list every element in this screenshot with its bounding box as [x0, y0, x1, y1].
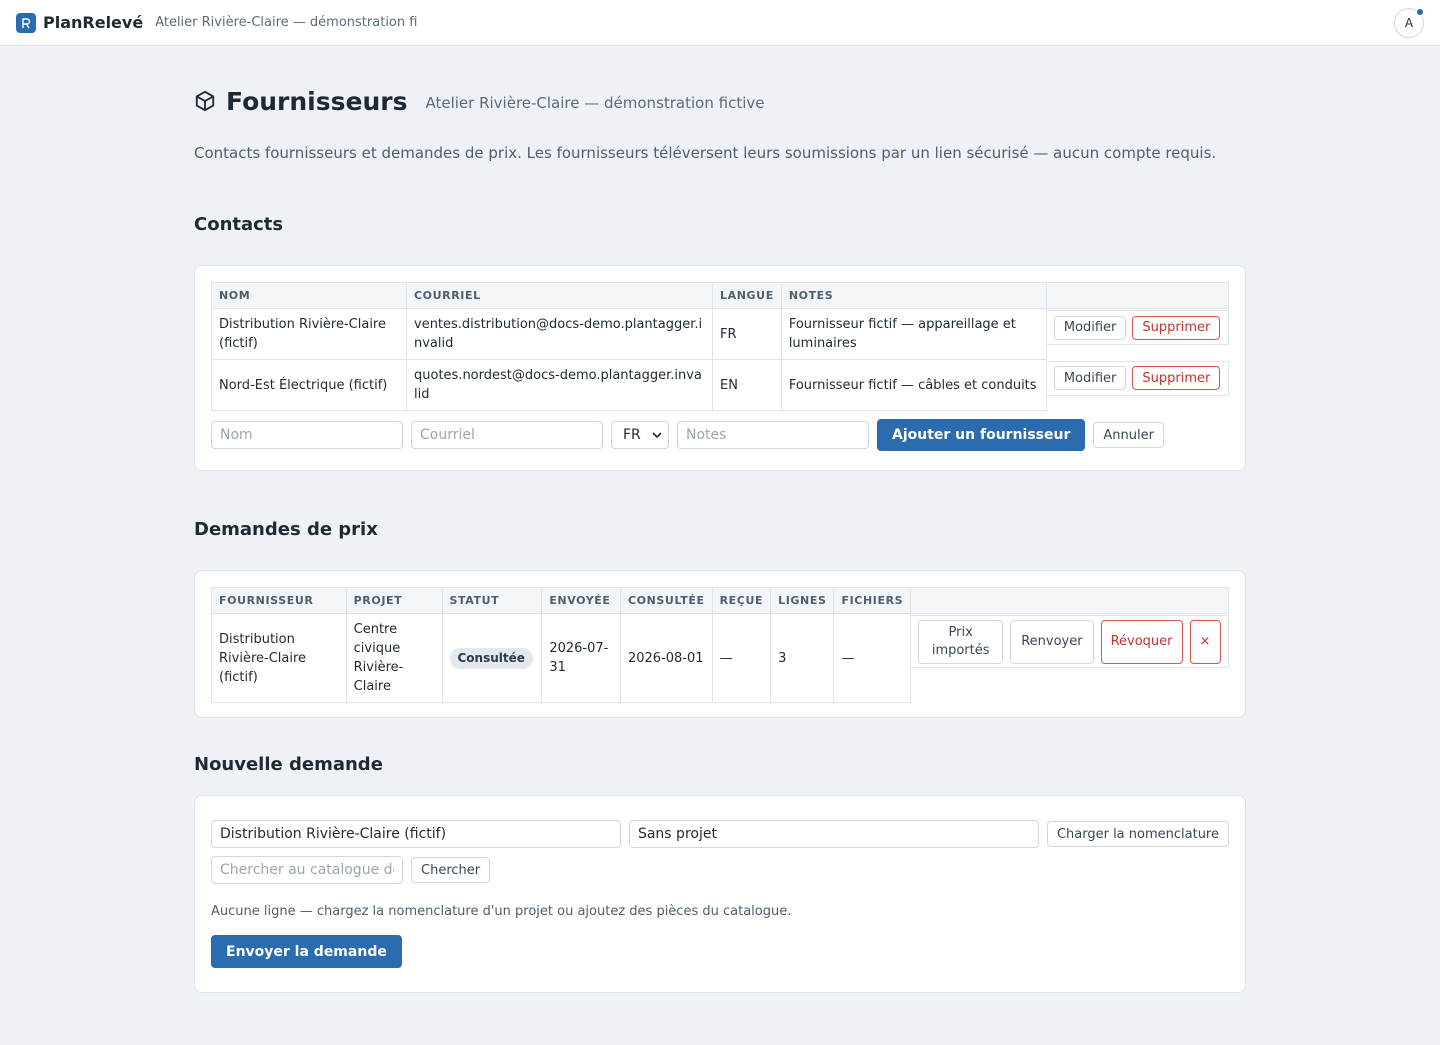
- col-language: LANGUE: [712, 282, 782, 309]
- contact-name: Nord-Est Électrique (fictif): [211, 359, 407, 411]
- app-brand[interactable]: PlanRelevé: [43, 13, 143, 32]
- col-notes: NOTES: [780, 282, 1047, 309]
- requests-heading: Demandes de prix: [194, 519, 378, 540]
- supplier-select-value: Distribution Rivière-Claire (fictif): [220, 826, 447, 842]
- load-bom-button[interactable]: Charger la nomenclature: [1046, 821, 1229, 847]
- send-request-button[interactable]: Envoyer la demande: [211, 935, 402, 968]
- supplier-notes-input[interactable]: [677, 421, 869, 449]
- request-received-date: —: [711, 613, 772, 703]
- contacts-table: NOM COURRIEL LANGUE NOTES Distribution R…: [211, 282, 1230, 411]
- contact-email: ventes.distribution@docs-demo.plantagger…: [406, 308, 713, 360]
- contact-language: FR: [712, 308, 782, 360]
- main-content: Fournisseurs Atelier Rivière-Claire — dé…: [194, 46, 1246, 993]
- close-icon[interactable]: ×: [1189, 619, 1221, 664]
- new-request-card: Distribution Rivière-Claire (fictif) San…: [194, 795, 1246, 993]
- request-supplier: Distribution Rivière-Claire (fictif): [211, 613, 347, 703]
- avatar-initial: A: [1404, 16, 1414, 30]
- request-viewed-date: 2026-08-01: [619, 613, 713, 703]
- add-supplier-button[interactable]: Ajouter un fournisseur: [877, 419, 1086, 451]
- row-actions: Modifier Supprimer: [1046, 360, 1229, 411]
- resend-button[interactable]: Renvoyer: [1010, 619, 1094, 664]
- search-button[interactable]: Chercher: [411, 857, 491, 883]
- page-subtitle: Atelier Rivière-Claire — démonstration f…: [425, 94, 765, 112]
- request-sent-date: 2026-07-31: [541, 613, 621, 703]
- app-logo-icon[interactable]: [16, 12, 36, 33]
- col-email: COURRIEL: [406, 282, 713, 309]
- row-actions-box: Modifier Supprimer: [1046, 360, 1229, 396]
- table-row: Distribution Rivière-Claire (fictif) Cen…: [211, 613, 1229, 703]
- contact-language: EN: [712, 359, 782, 411]
- page-title: Fournisseurs: [226, 86, 408, 116]
- chevron-down-icon: [652, 432, 662, 439]
- contacts-heading: Contacts: [194, 214, 284, 235]
- request-project: Centre civique Rivière-Claire: [345, 613, 443, 703]
- col-files: FICHIERS: [833, 587, 912, 614]
- contact-name: Distribution Rivière-Claire (fictif): [211, 308, 407, 360]
- delete-button[interactable]: Supprimer: [1132, 366, 1221, 390]
- request-files: —: [833, 613, 912, 703]
- row-actions-box: Modifier Supprimer: [1046, 310, 1229, 345]
- contact-notes: Fournisseur fictif — câbles et conduits: [780, 359, 1047, 411]
- add-supplier-form: FR Ajouter un fournisseur Annuler: [211, 419, 1229, 451]
- top-bar: PlanRelevé Atelier Rivière-Claire — démo…: [0, 0, 1440, 46]
- cancel-button[interactable]: Annuler: [1093, 422, 1164, 448]
- col-name: NOM: [211, 282, 407, 309]
- organization-name: Atelier Rivière-Claire — démonstration f…: [155, 15, 418, 30]
- page-header: Fournisseurs Atelier Rivière-Claire — dé…: [194, 86, 1246, 116]
- row-actions-box: Prix importés Renvoyer Révoquer ×: [911, 615, 1229, 668]
- contacts-card: NOM COURRIEL LANGUE NOTES Distribution R…: [194, 265, 1246, 471]
- row-actions: Prix importés Renvoyer Révoquer ×: [911, 614, 1229, 703]
- col-project: PROJET: [345, 587, 443, 614]
- supplier-name-input[interactable]: [211, 421, 403, 449]
- catalog-search-input[interactable]: [211, 856, 403, 884]
- notification-dot: [1416, 8, 1424, 16]
- empty-lines-message: Aucune ligne — chargez la nomenclature d…: [211, 904, 792, 919]
- catalog-search-row: Chercher: [211, 856, 1229, 884]
- new-request-heading: Nouvelle demande: [194, 754, 383, 775]
- col-viewed: CONSULTÉE: [619, 587, 713, 614]
- prices-imported-button[interactable]: Prix importés: [918, 619, 1004, 664]
- requests-table: FOURNISSEUR PROJET STATUT ENVOYÉE CONSUL…: [211, 587, 1229, 703]
- col-sent: ENVOYÉE: [541, 587, 621, 614]
- project-select[interactable]: Sans projet: [628, 820, 1039, 848]
- table-row: Nord-Est Électrique (fictif) quotes.nord…: [211, 359, 1229, 411]
- col-lines: LIGNES: [770, 587, 835, 614]
- request-status: Consultée: [441, 613, 543, 703]
- col-actions: [910, 587, 1229, 614]
- col-status: STATUT: [441, 587, 543, 614]
- status-badge: Consultée: [449, 647, 533, 669]
- requests-card: FOURNISSEUR PROJET STATUT ENVOYÉE CONSUL…: [194, 570, 1246, 718]
- row-actions: Modifier Supprimer: [1046, 309, 1229, 360]
- language-select[interactable]: FR: [611, 421, 669, 449]
- col-supplier: FOURNISSEUR: [211, 587, 347, 614]
- page-intro: Contacts fournisseurs et demandes de pri…: [194, 144, 1217, 162]
- supplier-select[interactable]: Distribution Rivière-Claire (fictif): [211, 820, 621, 848]
- table-row: Distribution Rivière-Claire (fictif) ven…: [211, 308, 1229, 360]
- project-select-value: Sans projet: [637, 826, 717, 842]
- col-received: REÇUE: [711, 587, 772, 614]
- request-lines: 3: [770, 613, 835, 703]
- contact-notes: Fournisseur fictif — appareillage et lum…: [780, 308, 1047, 360]
- user-avatar[interactable]: A: [1394, 8, 1424, 38]
- edit-button[interactable]: Modifier: [1053, 315, 1127, 340]
- contact-email: quotes.nordest@docs-demo.plantagger.inva…: [406, 359, 713, 411]
- supplier-email-input[interactable]: [411, 421, 603, 449]
- revoke-button[interactable]: Révoquer: [1100, 619, 1183, 664]
- delete-button[interactable]: Supprimer: [1132, 315, 1221, 340]
- edit-button[interactable]: Modifier: [1053, 366, 1127, 390]
- box-icon: [194, 90, 216, 112]
- col-actions: [1045, 282, 1230, 309]
- language-select-value: FR: [623, 427, 641, 443]
- new-request-selectors: Distribution Rivière-Claire (fictif) San…: [211, 820, 1229, 848]
